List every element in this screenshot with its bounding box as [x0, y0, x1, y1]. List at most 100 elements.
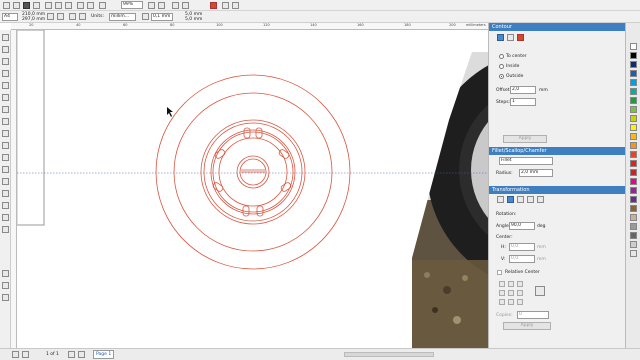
to-center-radio[interactable]: [499, 54, 504, 59]
anchor-point[interactable]: [508, 299, 514, 305]
anchor-point[interactable]: [499, 290, 505, 296]
color-swatch[interactable]: [630, 241, 637, 248]
text-tool-icon[interactable]: [2, 142, 9, 149]
add-tool-icon[interactable]: [2, 294, 9, 301]
paste-icon[interactable]: [65, 2, 72, 9]
anchor-point[interactable]: [517, 290, 523, 296]
color-swatch[interactable]: [630, 169, 637, 176]
snap-to-icon[interactable]: [158, 2, 165, 9]
radius-field[interactable]: 2,0 mm: [519, 169, 553, 177]
position-transform-icon[interactable]: [497, 196, 504, 203]
zoom-level-field[interactable]: 99%: [121, 1, 143, 9]
import-icon[interactable]: [99, 2, 106, 9]
color-swatch[interactable]: [630, 124, 637, 131]
anchor-point[interactable]: [499, 281, 505, 287]
fillet-title[interactable]: Fillet/Scallop/Chamfer: [489, 147, 626, 155]
color-swatch[interactable]: [630, 79, 637, 86]
smart-fill-icon[interactable]: [2, 226, 9, 233]
copy-icon[interactable]: [55, 2, 62, 9]
color-swatch[interactable]: [630, 205, 637, 212]
color-swatch[interactable]: [630, 187, 637, 194]
color-swatch[interactable]: [630, 151, 637, 158]
color-swatch[interactable]: [630, 88, 637, 95]
current-page-icon[interactable]: [79, 13, 86, 20]
polygon-tool-icon[interactable]: [2, 130, 9, 137]
new-document-icon[interactable]: [3, 2, 10, 9]
anchor-point[interactable]: [508, 281, 514, 287]
inside-radio[interactable]: [499, 64, 504, 69]
page-size-select[interactable]: A4: [2, 13, 18, 21]
portrait-icon[interactable]: [47, 13, 54, 20]
pick-tool-icon[interactable]: [2, 34, 9, 41]
contour-apply-button[interactable]: Apply: [503, 135, 547, 143]
wheel-drawing[interactable]: [155, 74, 351, 270]
color-swatch[interactable]: [630, 133, 637, 140]
print-icon[interactable]: [33, 2, 40, 9]
save-icon[interactable]: [23, 2, 30, 9]
zoom-icon[interactable]: [232, 2, 239, 9]
height-field[interactable]: 297,0 mm: [22, 17, 45, 22]
redo-icon[interactable]: [87, 2, 94, 9]
color-swatch[interactable]: [630, 214, 637, 221]
horizontal-ruler[interactable]: 20 40 60 80 100 120 140 160 180 200 mill…: [11, 23, 488, 30]
anchor-point[interactable]: [499, 299, 505, 305]
transparency-tool-icon[interactable]: [2, 190, 9, 197]
scale-transform-icon[interactable]: [517, 196, 524, 203]
shape-tool-icon[interactable]: [2, 46, 9, 53]
transform-apply-button[interactable]: Apply: [503, 322, 551, 330]
options-gear-icon[interactable]: [172, 2, 179, 9]
nudge-distance-field[interactable]: 0,1 mm: [151, 13, 173, 21]
units-select[interactable]: millim...: [109, 13, 136, 21]
all-pages-icon[interactable]: [69, 13, 76, 20]
color-swatch[interactable]: [630, 250, 637, 257]
transformation-title[interactable]: Transformation: [489, 186, 626, 194]
zoom-tool-icon[interactable]: [2, 70, 9, 77]
color-swatch[interactable]: [630, 178, 637, 185]
center-x-field[interactable]: 0,0: [509, 243, 535, 251]
color-swatch[interactable]: [630, 106, 637, 113]
color-swatch[interactable]: [630, 115, 637, 122]
to-center-mode-icon[interactable]: [497, 34, 504, 41]
color-swatch[interactable]: [630, 160, 637, 167]
eyedropper-tool-icon[interactable]: [2, 202, 9, 209]
center-y-field[interactable]: 0,0: [509, 255, 535, 263]
color-swatch[interactable]: [630, 70, 637, 77]
color-swatch[interactable]: [630, 61, 637, 68]
select-object-icon[interactable]: [535, 286, 545, 296]
anchor-point[interactable]: [508, 290, 514, 296]
color-swatch[interactable]: [630, 97, 637, 104]
tire-photo[interactable]: [407, 50, 488, 348]
contour-title[interactable]: Contour: [489, 23, 626, 31]
outside-radio[interactable]: [499, 74, 504, 79]
interactive-fill-icon[interactable]: [2, 214, 9, 221]
fillet-mode-select[interactable]: Fillet: [499, 157, 553, 165]
previous-page-icon[interactable]: [22, 351, 29, 358]
fill-color-icon[interactable]: [2, 282, 9, 289]
color-swatch[interactable]: [630, 232, 637, 239]
ellipse-tool-icon[interactable]: [2, 118, 9, 125]
next-page-icon[interactable]: [68, 351, 75, 358]
rectangle-tool-icon[interactable]: [2, 106, 9, 113]
anchor-point[interactable]: [517, 299, 523, 305]
inside-mode-icon[interactable]: [507, 34, 514, 41]
color-swatch[interactable]: [630, 43, 637, 50]
app-launcher-icon[interactable]: [222, 2, 229, 9]
drop-shadow-icon[interactable]: [2, 178, 9, 185]
outside-mode-icon[interactable]: [517, 34, 524, 41]
launch-icon[interactable]: [182, 2, 189, 9]
outline-pen-icon[interactable]: [2, 270, 9, 277]
crop-tool-icon[interactable]: [2, 58, 9, 65]
horizontal-scrollbar[interactable]: [344, 352, 434, 357]
welcome-screen-icon[interactable]: [210, 2, 217, 9]
landscape-icon[interactable]: [57, 13, 64, 20]
connector-tool-icon[interactable]: [2, 166, 9, 173]
color-swatch[interactable]: [630, 196, 637, 203]
color-swatch[interactable]: [630, 52, 637, 59]
freehand-tool-icon[interactable]: [2, 82, 9, 89]
artistic-media-icon[interactable]: [2, 94, 9, 101]
offset-field[interactable]: 2,0: [510, 86, 536, 94]
steps-field[interactable]: 1: [510, 98, 536, 106]
skew-transform-icon[interactable]: [537, 196, 544, 203]
angle-field[interactable]: 90,0: [509, 222, 535, 230]
last-page-icon[interactable]: [78, 351, 85, 358]
